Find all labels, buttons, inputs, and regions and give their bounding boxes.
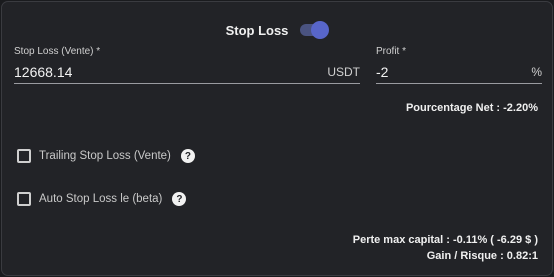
trailing-stop-loss-label[interactable]: Trailing Stop Loss (Vente) xyxy=(39,150,171,162)
profit-input[interactable] xyxy=(376,63,532,80)
stop-loss-input[interactable] xyxy=(14,63,328,80)
stop-loss-field: USDT xyxy=(14,60,360,84)
stop-loss-header: Stop Loss xyxy=(2,21,552,39)
auto-stop-loss-label[interactable]: Auto Stop Loss le (beta) xyxy=(39,193,162,205)
net-percentage: Pourcentage Net : -2.20% xyxy=(405,102,538,114)
gain-risk-ratio: Gain / Risque : 0.82:1 xyxy=(426,250,538,262)
auto-stop-loss-option: Auto Stop Loss le (beta) ? xyxy=(17,192,187,206)
stop-loss-field-label: Stop Loss (Vente) * xyxy=(14,46,101,57)
stop-loss-title: Stop Loss xyxy=(225,22,289,38)
stop-loss-unit: USDT xyxy=(327,64,360,79)
profit-field-label: Profit * xyxy=(376,46,407,57)
profit-unit: % xyxy=(531,64,542,79)
question-circle-icon[interactable]: ? xyxy=(180,149,195,163)
profit-field: % xyxy=(376,60,542,84)
question-circle-icon[interactable]: ? xyxy=(172,192,187,206)
trailing-stop-loss-checkbox[interactable] xyxy=(17,149,31,163)
max-capital-loss: Perte max capital : -0.11% ( -6.29 $ ) xyxy=(352,234,538,246)
stop-loss-toggle[interactable] xyxy=(298,21,330,39)
toggle-knob xyxy=(311,21,330,39)
stop-loss-panel: Stop Loss Stop Loss (Vente) * USDT Profi… xyxy=(1,1,553,276)
trailing-stop-loss-option: Trailing Stop Loss (Vente) ? xyxy=(17,149,195,163)
auto-stop-loss-checkbox[interactable] xyxy=(17,192,31,206)
